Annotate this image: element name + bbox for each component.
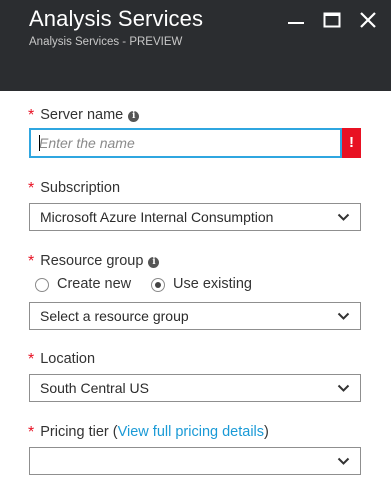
maximize-button[interactable]	[320, 8, 344, 32]
chevron-down-icon	[337, 457, 350, 465]
maximize-icon	[323, 12, 341, 28]
radio-use-existing[interactable]: Use existing	[151, 276, 271, 294]
resource-group-selected: Select a resource group	[40, 308, 189, 324]
radio-create-new-label: Create new	[57, 276, 132, 292]
blade-subtitle: Analysis Services - PREVIEW	[29, 36, 183, 48]
chevron-down-icon	[337, 312, 350, 320]
required-marker: *	[28, 180, 35, 197]
info-icon[interactable]: i	[148, 257, 160, 268]
server-name-field: !	[29, 128, 361, 158]
chevron-down-icon	[337, 213, 350, 221]
subscription-selected: Microsoft Azure Internal Consumption	[40, 209, 274, 225]
pricing-tier-dropdown[interactable]	[29, 447, 361, 475]
blade-title: Analysis Services	[29, 6, 204, 31]
location-label: Location	[40, 351, 96, 367]
pricing-tier-label-row: * Pricing tier (View full pricing details…	[28, 423, 269, 441]
pricing-tier-label: Pricing tier	[40, 424, 109, 440]
subscription-label-row: * Subscription	[28, 179, 120, 197]
error-icon: !	[342, 128, 361, 158]
info-icon[interactable]: i	[128, 111, 140, 122]
radio-circle-selected	[151, 278, 165, 292]
close-button[interactable]	[356, 8, 380, 32]
location-label-row: * Location	[28, 350, 95, 368]
required-marker: *	[28, 424, 35, 441]
radio-create-new[interactable]: Create new	[35, 276, 145, 294]
required-marker: *	[28, 351, 35, 368]
resource-group-label: Resource group	[40, 253, 144, 269]
close-paren: )	[264, 424, 269, 440]
required-marker: *	[28, 253, 35, 270]
radio-circle	[35, 278, 49, 292]
pricing-details-link[interactable]: View full pricing details	[118, 424, 264, 440]
server-name-label-row: * Server name i	[28, 106, 140, 124]
resource-group-label-row: * Resource group i	[28, 252, 160, 270]
location-selected: South Central US	[40, 380, 149, 396]
minimize-icon	[288, 22, 304, 24]
close-icon	[360, 12, 376, 28]
required-marker: *	[28, 107, 35, 124]
location-dropdown[interactable]: South Central US	[29, 374, 361, 402]
chevron-down-icon	[337, 384, 350, 392]
subscription-label: Subscription	[40, 180, 121, 196]
minimize-button[interactable]	[284, 8, 308, 32]
subscription-dropdown[interactable]: Microsoft Azure Internal Consumption	[29, 203, 361, 231]
blade-header: Analysis Services Analysis Services - PR…	[0, 0, 391, 91]
resource-group-dropdown[interactable]: Select a resource group	[29, 302, 361, 330]
text-caret	[39, 135, 40, 151]
radio-use-existing-label: Use existing	[173, 276, 252, 292]
server-name-label: Server name	[40, 107, 124, 123]
server-name-input[interactable]	[29, 128, 342, 158]
